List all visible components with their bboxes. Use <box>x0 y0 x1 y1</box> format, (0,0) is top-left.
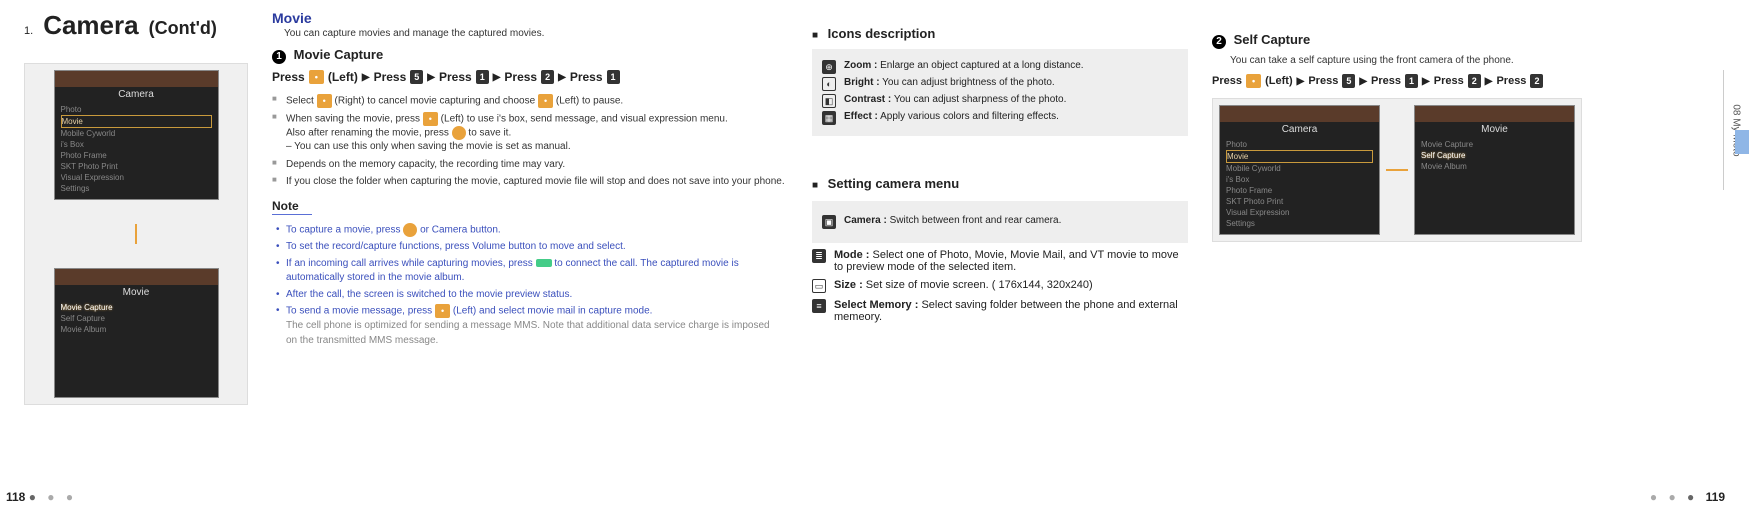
phone-screens-left: Camera Photo Movie Mobile Cyworld i's Bo… <box>24 63 248 405</box>
triangle-right-icon: ▶ <box>1422 76 1430 87</box>
icons-def-box: ⊕ Zoom : Enlarge an object captured at a… <box>812 49 1188 136</box>
effect-icon: ▦ <box>822 111 836 125</box>
side-blue-marker <box>1735 130 1749 154</box>
movie-bullets: Select • (Right) to cancel movie capturi… <box>272 94 788 189</box>
def-mode: ≣ Mode : Select one of Photo, Movie, Mov… <box>812 249 1188 273</box>
phone-screens-right: Camera Photo Movie Mobile Cyworld i's Bo… <box>1212 98 1582 242</box>
note-4: After the call, the screen is switched t… <box>286 288 780 303</box>
self-desc: You can take a self capture using the fr… <box>1212 55 1688 66</box>
key-5-icon: 5 <box>410 70 423 84</box>
square-bullet-icon: ■ <box>812 180 818 191</box>
title-cont: (Cont'd) <box>149 18 217 39</box>
note-1: To capture a movie, press or Camera butt… <box>286 223 780 238</box>
triangle-right-icon: ▶ <box>362 72 370 83</box>
note-box: To capture a movie, press or Camera butt… <box>272 215 788 356</box>
note-3: If an incoming call arrives while captur… <box>286 257 780 286</box>
bullet-1: Select • (Right) to cancel movie capturi… <box>272 94 788 108</box>
phone1-menu: Photo Movie Mobile Cyworld i's Box Photo… <box>55 102 218 196</box>
phone-screen-right-b: Movie Movie Capture Self Capture Movie A… <box>1414 105 1575 235</box>
page-title: 1. Camera (Cont'd) <box>24 10 248 41</box>
camera-icon: ▣ <box>822 215 836 229</box>
note-2: To set the record/capture functions, pre… <box>286 240 780 255</box>
def-memory: ≡ Select Memory : Select saving folder b… <box>812 299 1188 323</box>
triangle-right-icon: ▶ <box>427 72 435 83</box>
bullet-4: If you close the folder when capturing t… <box>272 175 788 189</box>
contrast-icon: ◧ <box>822 94 836 108</box>
softkey-orange-icon: • <box>423 112 438 126</box>
mode-icon: ≣ <box>812 249 826 263</box>
def-bright: ◐ Bright : You can adjust brightness of … <box>822 77 1178 91</box>
phone-screen-1: Camera Photo Movie Mobile Cyworld i's Bo… <box>54 70 219 200</box>
circled-1-icon: 1 <box>272 50 286 64</box>
phone2-title: Movie <box>55 285 218 300</box>
page-number-right: ● ● ● 119 <box>1650 490 1725 504</box>
triangle-right-icon: ▶ <box>1297 76 1305 87</box>
memory-icon: ≡ <box>812 299 826 313</box>
zoom-icon: ⊕ <box>822 60 836 74</box>
softkey-orange-icon: • <box>317 94 332 108</box>
phone-screen-2: Movie Movie Capture Self Capture Movie A… <box>54 268 219 398</box>
movie-desc: You can capture movies and manage the ca… <box>272 28 788 39</box>
icons-heading: ■ Icons description <box>812 26 1188 41</box>
def-size: ▭ Size : Set size of movie screen. ( 176… <box>812 279 1188 293</box>
softkey-orange-icon: • <box>435 304 450 318</box>
note-heading: Note <box>272 199 312 215</box>
page-number-left: 118 ● ● ● <box>6 490 77 504</box>
key-2-icon: 2 <box>541 70 554 84</box>
key-1b-icon: 1 <box>607 70 620 84</box>
note-5: To send a movie message, press • (Left) … <box>286 304 780 348</box>
size-icon: ▭ <box>812 279 826 293</box>
bullet-3: Depends on the memory capacity, the reco… <box>272 158 788 172</box>
key-2b-icon: 2 <box>1530 74 1543 88</box>
softkey-orange-icon: • <box>538 94 553 108</box>
bright-icon: ◐ <box>822 77 836 91</box>
bullet-2: When saving the movie, press • (Left) to… <box>272 112 788 154</box>
arrow-right-icon <box>1386 105 1408 235</box>
def-effect: ▦ Effect : Apply various colors and filt… <box>822 111 1178 125</box>
def-contrast: ◧ Contrast : You can adjust sharpness of… <box>822 94 1178 108</box>
phone-screen-right-a: Camera Photo Movie Mobile Cyworld i's Bo… <box>1219 105 1380 235</box>
self-capture-heading: 2 Self Capture <box>1212 32 1688 49</box>
def-zoom: ⊕ Zoom : Enlarge an object captured at a… <box>822 60 1178 74</box>
title-num: 1. <box>24 25 33 37</box>
arrow-down-icon <box>135 224 137 244</box>
softkey-orange-icon: • <box>309 70 324 84</box>
triangle-right-icon: ▶ <box>1485 76 1493 87</box>
round-key-icon <box>403 223 417 237</box>
key-5-icon: 5 <box>1342 74 1355 88</box>
movie-capture-sequence: Press • (Left) ▶ Press 5 ▶ Press 1 ▶ Pre… <box>272 70 788 84</box>
softkey-orange-icon: • <box>1246 74 1261 88</box>
key-1-icon: 1 <box>1405 74 1418 88</box>
triangle-right-icon: ▶ <box>493 72 501 83</box>
def-camera: ▣ Camera : Switch between front and rear… <box>822 215 1178 229</box>
movie-heading: Movie <box>272 10 788 26</box>
title-word: Camera <box>43 10 138 41</box>
triangle-right-icon: ▶ <box>1359 76 1367 87</box>
settings-list: ▣ Camera : Switch between front and rear… <box>812 199 1188 331</box>
phone1-title: Camera <box>55 87 218 102</box>
round-key-icon <box>452 126 466 140</box>
circled-2-icon: 2 <box>1212 35 1226 49</box>
square-bullet-icon: ■ <box>812 30 818 41</box>
triangle-right-icon: ▶ <box>558 72 566 83</box>
movie-capture-heading: 1 Movie Capture <box>272 47 788 64</box>
setting-heading: ■ Setting camera menu <box>812 176 1188 191</box>
phone2-menu: Movie Capture Self Capture Movie Album <box>55 300 218 337</box>
key-1-icon: 1 <box>476 70 489 84</box>
key-2-icon: 2 <box>1468 74 1481 88</box>
connect-key-icon <box>536 259 552 267</box>
self-capture-sequence: Press • (Left) ▶ Press 5 ▶ Press 1 ▶ Pre… <box>1212 74 1688 88</box>
